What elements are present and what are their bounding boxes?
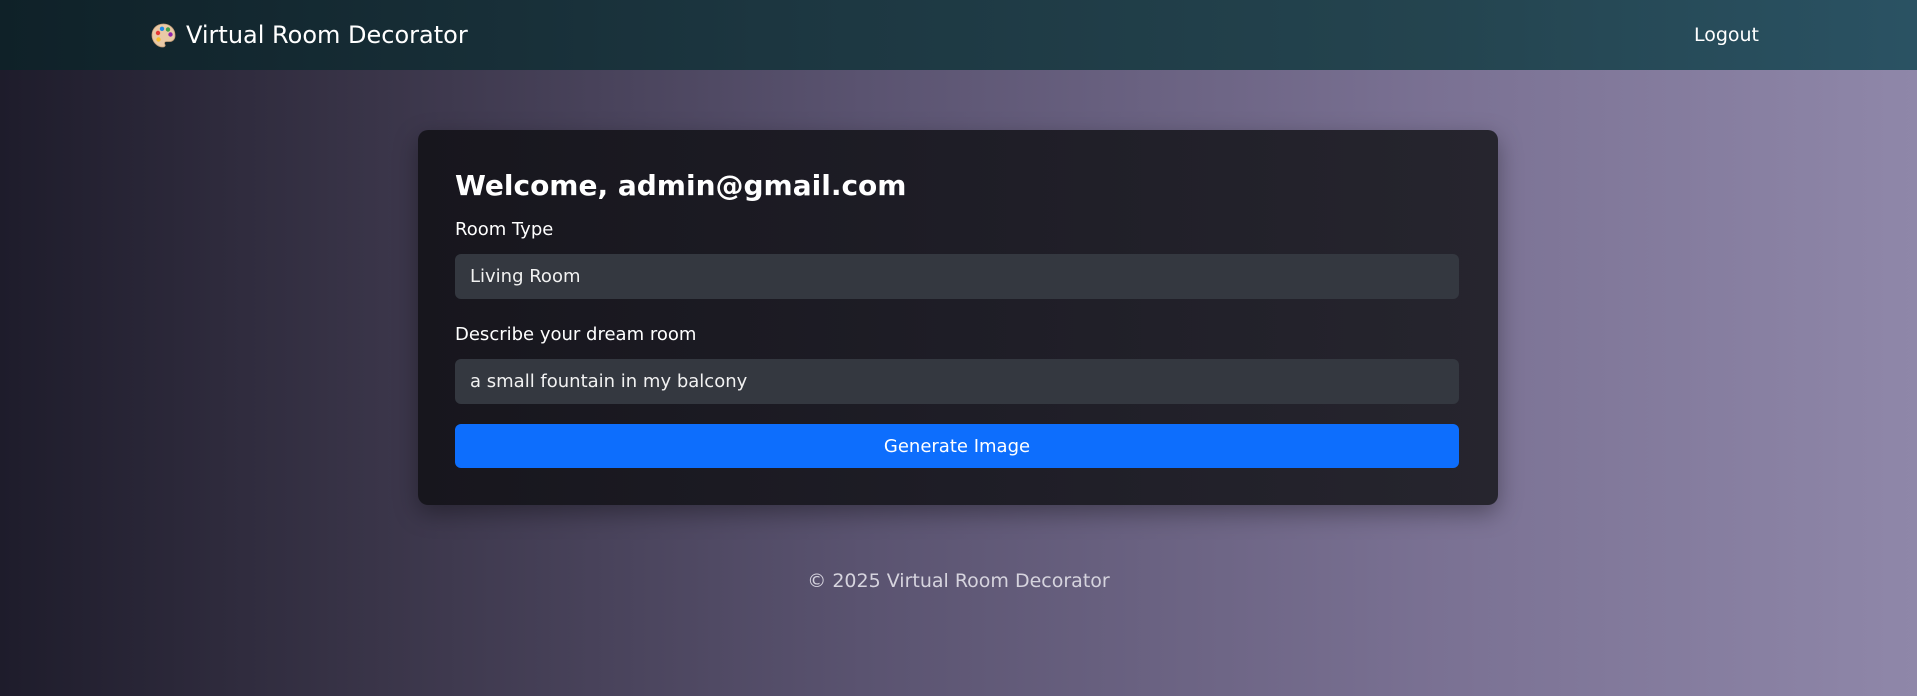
palette-icon — [150, 22, 177, 49]
dream-room-input[interactable]: a small fountain in my balcony — [455, 359, 1459, 404]
brand-link[interactable]: Virtual Room Decorator — [150, 0, 468, 70]
room-type-label: Room Type — [455, 219, 554, 240]
brand-label: Virtual Room Decorator — [186, 21, 468, 49]
room-type-select[interactable]: Living Room — [455, 254, 1459, 299]
footer-copyright: © 2025 Virtual Room Decorator — [807, 570, 1110, 592]
welcome-heading: Welcome, admin@gmail.com — [455, 169, 907, 202]
dream-room-label: Describe your dream room — [455, 324, 697, 345]
decorator-form-card: Welcome, admin@gmail.com Room Type Livin… — [418, 130, 1498, 505]
navbar: Virtual Room Decorator Logout — [0, 0, 1917, 70]
generate-image-button[interactable]: Generate Image — [455, 424, 1459, 468]
logout-link[interactable]: Logout — [1694, 0, 1759, 70]
